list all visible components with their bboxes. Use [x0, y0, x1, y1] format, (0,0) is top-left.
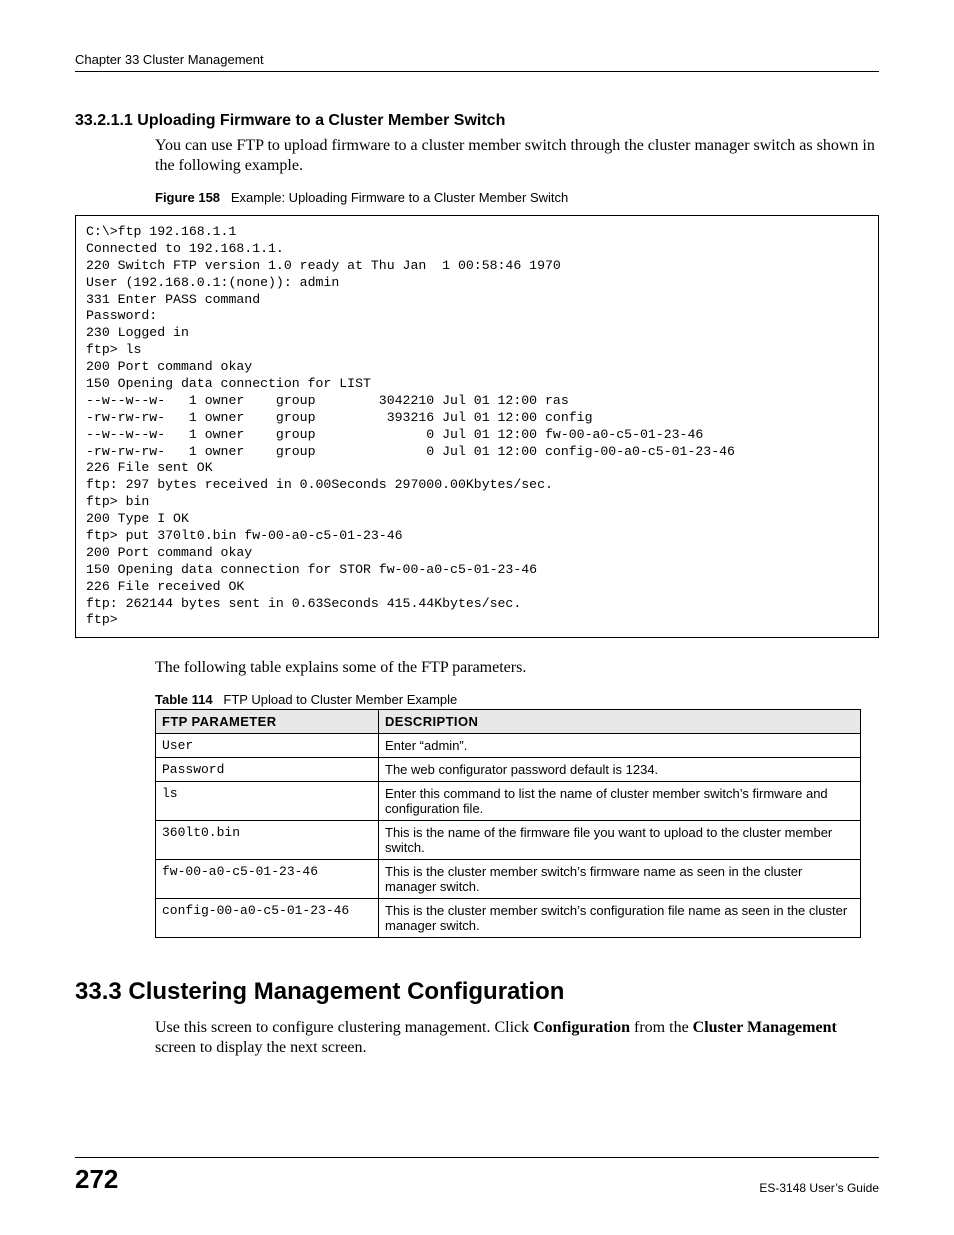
body-text: Use this screen to configure clustering … — [155, 1019, 533, 1036]
param-cell: config-00-a0-c5-01-23-46 — [156, 899, 379, 938]
table-label: Table 114 — [155, 692, 213, 707]
param-cell: ls — [156, 782, 379, 821]
table-header-row: FTP PARAMETER DESCRIPTION — [156, 710, 861, 734]
desc-cell: The web configurator password default is… — [379, 758, 861, 782]
param-cell: fw-00-a0-c5-01-23-46 — [156, 860, 379, 899]
bold-configuration: Configuration — [533, 1019, 630, 1036]
table-row: fw-00-a0-c5-01-23-46 This is the cluster… — [156, 860, 861, 899]
table-header-desc: DESCRIPTION — [379, 710, 861, 734]
table-caption: Table 114 FTP Upload to Cluster Member E… — [155, 692, 879, 707]
bold-cluster-management: Cluster Management — [693, 1019, 837, 1036]
param-cell: 360lt0.bin — [156, 821, 379, 860]
section-heading-33-3: 33.3 Clustering Management Configuration — [75, 978, 879, 1006]
desc-cell: Enter this command to list the name of c… — [379, 782, 861, 821]
document-page: Chapter 33 Cluster Management 33.2.1.1 U… — [0, 0, 954, 1235]
code-block: C:\>ftp 192.168.1.1 Connected to 192.168… — [75, 215, 879, 638]
param-cell: Password — [156, 758, 379, 782]
table-header-param: FTP PARAMETER — [156, 710, 379, 734]
table-row: config-00-a0-c5-01-23-46 This is the clu… — [156, 899, 861, 938]
param-cell: User — [156, 734, 379, 758]
desc-cell: This is the cluster member switch’s conf… — [379, 899, 861, 938]
desc-cell: Enter “admin”. — [379, 734, 861, 758]
after-code-paragraph: The following table explains some of the… — [75, 658, 879, 678]
page-number: 272 — [75, 1164, 118, 1195]
h2-paragraph: Use this screen to configure clustering … — [75, 1018, 879, 1058]
desc-cell: This is the cluster member switch’s firm… — [379, 860, 861, 899]
ftp-parameter-table: FTP PARAMETER DESCRIPTION User Enter “ad… — [155, 709, 861, 938]
desc-cell: This is the name of the firmware file yo… — [379, 821, 861, 860]
guide-name: ES-3148 User’s Guide — [759, 1181, 879, 1195]
body-text: from the — [630, 1019, 693, 1036]
table-row: Password The web configurator password d… — [156, 758, 861, 782]
figure-caption: Figure 158 Example: Uploading Firmware t… — [155, 190, 879, 205]
intro-paragraph: You can use FTP to upload firmware to a … — [75, 136, 879, 176]
body-text: screen to display the next screen. — [155, 1039, 366, 1056]
table-row: ls Enter this command to list the name o… — [156, 782, 861, 821]
table-row: User Enter “admin”. — [156, 734, 861, 758]
page-footer: 272 ES-3148 User’s Guide — [75, 1157, 879, 1195]
figure-label: Figure 158 — [155, 190, 220, 205]
table-row: 360lt0.bin This is the name of the firmw… — [156, 821, 861, 860]
section-heading-33-2-1-1: 33.2.1.1 Uploading Firmware to a Cluster… — [75, 112, 879, 130]
figure-title: Example: Uploading Firmware to a Cluster… — [231, 190, 568, 205]
running-header: Chapter 33 Cluster Management — [75, 52, 879, 72]
table-title: FTP Upload to Cluster Member Example — [223, 692, 457, 707]
